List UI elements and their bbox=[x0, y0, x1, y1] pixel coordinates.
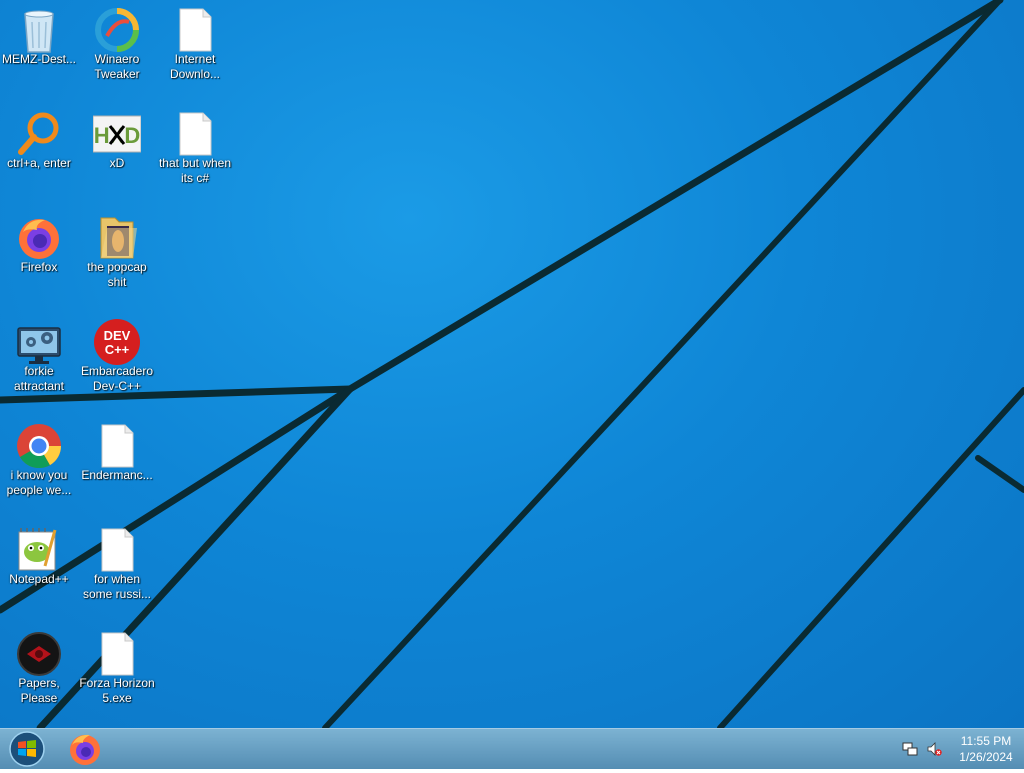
clock[interactable]: 11:55 PM 1/26/2024 bbox=[954, 733, 1018, 765]
blank-file-icon bbox=[101, 424, 134, 468]
desktop-icon-forza-horizon[interactable]: Forza Horizon 5.exe bbox=[78, 624, 156, 728]
icon-label: i know you people we... bbox=[6, 468, 72, 497]
hxd-icon: HXD bbox=[93, 115, 141, 153]
desktop-icon-ctrl-a-enter[interactable]: ctrl+a, enter bbox=[0, 104, 78, 208]
desktop-icon-endermanch[interactable]: Endermanc... bbox=[78, 416, 156, 520]
icon-label: Endermanc... bbox=[81, 468, 153, 482]
icon-label: that but when its c# bbox=[158, 156, 232, 185]
settings-monitor-icon bbox=[17, 327, 61, 364]
desktop[interactable]: MEMZ-Dest... ctrl+a, enter Firefox forki… bbox=[0, 0, 1024, 728]
blank-file-icon bbox=[179, 8, 212, 52]
devcpp-icon: DEV C++ bbox=[94, 319, 140, 365]
desktop-icon-chrome[interactable]: i know you people we... bbox=[0, 416, 78, 520]
icon-label: Firefox bbox=[20, 260, 58, 274]
desktop-icon-for-when-some-russi[interactable]: for when some russi... bbox=[78, 520, 156, 624]
devcpp-text-top: DEV bbox=[104, 328, 131, 343]
desktop-icon-that-but-when-csharp[interactable]: that but when its c# bbox=[156, 104, 234, 208]
devcpp-text-bottom: C++ bbox=[105, 342, 130, 357]
icon-label: forkie attractant bbox=[13, 364, 65, 393]
icon-label: Internet Downlo... bbox=[169, 52, 221, 81]
icon-label: Papers, Please bbox=[18, 676, 60, 705]
desktop-icon-xd[interactable]: HXD xD bbox=[78, 104, 156, 208]
icon-label: ctrl+a, enter bbox=[7, 156, 71, 170]
icon-label: Embarcadero Dev-C++ bbox=[80, 364, 154, 393]
desktop-icon-forkie-attractant[interactable]: forkie attractant bbox=[0, 312, 78, 416]
icon-label: Forza Horizon 5.exe bbox=[79, 676, 155, 705]
volume-muted-icon[interactable] bbox=[926, 741, 942, 757]
clock-time: 11:55 PM bbox=[960, 734, 1012, 748]
blank-file-icon bbox=[101, 632, 134, 676]
start-button[interactable] bbox=[6, 730, 48, 768]
folder-icon bbox=[100, 217, 137, 259]
taskbar: 11:55 PM 1/26/2024 bbox=[0, 728, 1024, 769]
blank-file-icon bbox=[101, 528, 134, 572]
desktop-icon-devcpp[interactable]: DEV C++ Embarcadero Dev-C++ bbox=[78, 312, 156, 416]
icon-label: the popcap shit bbox=[87, 260, 147, 289]
icon-label: MEMZ-Dest... bbox=[2, 52, 76, 66]
desktop-icon-winaero-tweaker[interactable]: Winaero Tweaker bbox=[78, 0, 156, 104]
papers-please-icon bbox=[17, 632, 61, 676]
icon-label: for when some russi... bbox=[82, 572, 151, 601]
desktop-icon-internet-download[interactable]: Internet Downlo... bbox=[156, 0, 234, 104]
desktop-icon-notepadpp[interactable]: Notepad++ bbox=[0, 520, 78, 624]
icon-label: Notepad++ bbox=[9, 572, 69, 586]
icon-label: Winaero Tweaker bbox=[94, 52, 140, 81]
blank-file-icon bbox=[179, 112, 212, 156]
desktop-icon-papers-please[interactable]: Papers, Please bbox=[0, 624, 78, 728]
magnifier-icon bbox=[18, 112, 59, 155]
network-icon[interactable] bbox=[902, 741, 918, 757]
start-orb-icon bbox=[9, 731, 45, 767]
desktop-icon-memz[interactable]: MEMZ-Dest... bbox=[0, 0, 78, 104]
firefox-icon bbox=[70, 734, 100, 765]
chrome-icon bbox=[17, 424, 62, 469]
desktop-icon-popcap-folder[interactable]: the popcap shit bbox=[78, 208, 156, 312]
taskbar-firefox-button[interactable] bbox=[62, 730, 108, 768]
desktop-icon-firefox[interactable]: Firefox bbox=[0, 208, 78, 312]
system-tray: 11:55 PM 1/26/2024 bbox=[884, 729, 1024, 769]
clock-date: 1/26/2024 bbox=[959, 750, 1013, 764]
recycle-bin-icon bbox=[24, 10, 54, 53]
notepadpp-icon bbox=[18, 528, 57, 571]
winaero-icon bbox=[95, 8, 139, 52]
icon-label: xD bbox=[109, 156, 125, 170]
firefox-icon bbox=[19, 219, 59, 259]
